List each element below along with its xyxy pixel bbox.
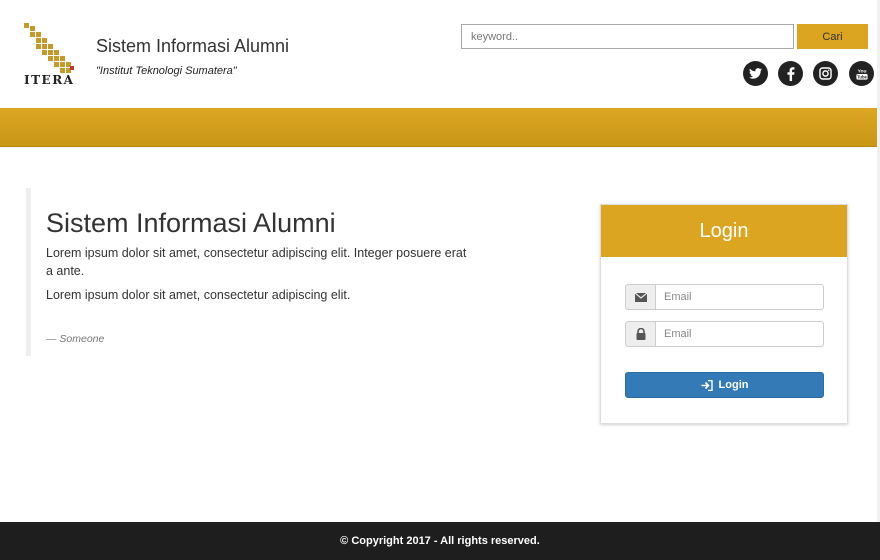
login-button[interactable]: Login [625,372,824,398]
twitter-icon[interactable] [743,61,768,86]
facebook-icon[interactable] [778,61,803,86]
site-title: Sistem Informasi Alumni [96,36,290,56]
envelope-icon [625,284,655,310]
site-subtitle: "Institut Teknologi Sumatera" [96,65,237,77]
login-button-label: Login [718,379,749,391]
site-header: ITERA Sistem Informasi Alumni "Institut … [0,0,880,108]
password-input-group [625,321,824,347]
intro-paragraph-1: Lorem ipsum dolor sit amet, consectetur … [46,246,467,278]
search-input[interactable] [461,24,794,49]
youtube-icon[interactable]: You Tube [849,61,874,86]
nav-bar [0,108,880,147]
copyright-text: © Copyright 2017 - All rights reserved. [340,535,540,547]
log-in-icon [701,379,713,391]
page-heading: Sistem Informasi Alumni [46,208,336,238]
logo-text: ITERA [24,73,75,87]
email-input-group [625,284,824,310]
search-button[interactable]: Cari [797,24,868,49]
intro-paragraph-2: Lorem ipsum dolor sit amet, consectetur … [46,288,351,302]
instagram-icon[interactable] [813,61,838,86]
quote-cite: — Someone [46,332,105,345]
lock-icon [625,321,655,347]
login-title: Login [601,205,847,257]
login-panel: Login Login [600,204,848,424]
site-footer: © Copyright 2017 - All rights reserved. [0,522,880,560]
password-field[interactable] [655,321,824,347]
email-field[interactable] [655,284,824,310]
intro-blockquote: Sistem Informasi Alumni Lorem ipsum dolo… [26,188,476,356]
svg-text:Tube: Tube [857,74,867,79]
svg-text:You: You [857,68,866,74]
